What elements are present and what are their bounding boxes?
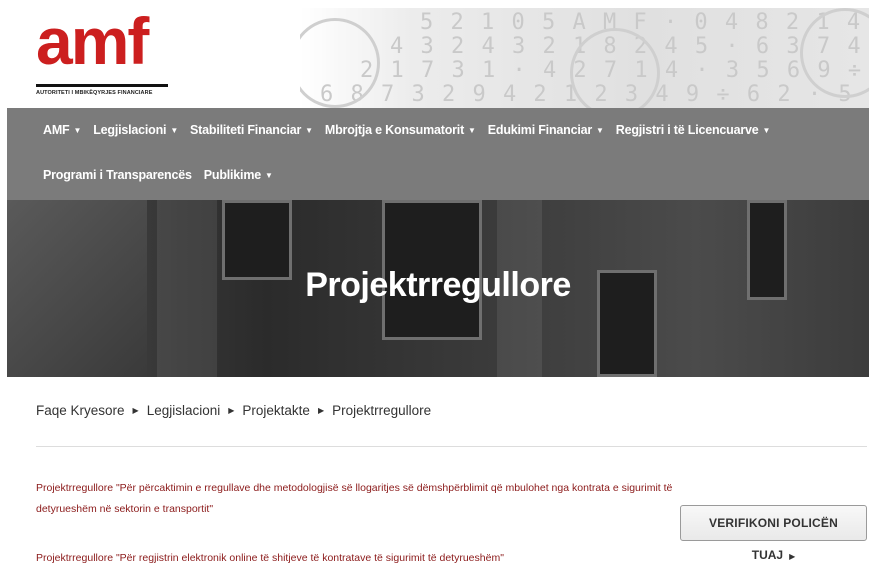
chevron-right-icon: ▶ xyxy=(228,406,235,415)
site-header: 5 2 1 0 5 A M F · 0 4 8 2 1 4 9 ÷ 5 3 9 … xyxy=(0,0,869,108)
nav-item-publikime[interactable]: Publikime ▼ xyxy=(204,168,273,182)
nav-item-legjislacioni[interactable]: Legjislacioni ▼ xyxy=(93,123,178,137)
caret-down-icon: ▼ xyxy=(596,125,604,135)
nav-row-secondary: Programi i Transparencës Publikime ▼ xyxy=(43,168,273,182)
nav-item-label: Stabiliteti Financiar xyxy=(190,123,302,137)
chevron-right-icon: ▶ xyxy=(789,552,796,561)
caret-down-icon: ▼ xyxy=(762,125,771,135)
chevron-right-icon: ▶ xyxy=(132,406,139,415)
nav-item-programi-i-transparences[interactable]: Programi i Transparencës xyxy=(43,168,192,182)
breadcrumb-legjislacioni[interactable]: Legjislacioni xyxy=(147,403,221,418)
nav-item-amf[interactable]: AMF ▼ xyxy=(43,123,81,137)
verify-policy-button[interactable]: VERIFIKONI POLICËN xyxy=(680,505,867,541)
caret-down-icon: ▼ xyxy=(73,125,82,135)
amf-logo[interactable]: amf AUTORITETI I MBIKËQYRJES FINANCIARE xyxy=(36,8,171,98)
breadcrumb-home[interactable]: Faqe Kryesore xyxy=(36,403,125,418)
nav-item-label: AMF xyxy=(43,123,70,137)
page-title: Projektrregullore xyxy=(305,266,571,304)
page-hero-banner: Projektrregullore xyxy=(7,200,869,377)
nav-item-label: Legjislacioni xyxy=(93,123,167,137)
nav-row-primary: AMF ▼ Legjislacioni ▼ Stabiliteti Financia… xyxy=(43,123,770,137)
nav-item-regjistri[interactable]: Regjistri i të Licencuarve ▼ xyxy=(616,123,771,137)
logo-divider xyxy=(36,84,168,87)
document-link[interactable]: Projektrregullore "Për përcaktimin e rre… xyxy=(36,478,676,520)
verify-more-link[interactable]: TUAJ ▶ xyxy=(680,548,867,562)
nav-item-label: Regjistri i të Licencuarve xyxy=(615,123,759,137)
nav-item-label: Publikime xyxy=(203,168,261,182)
nav-item-stabiliteti-financiar[interactable]: Stabiliteti Financiar ▼ xyxy=(190,123,313,137)
caret-down-icon: ▼ xyxy=(305,125,313,135)
content-divider xyxy=(36,446,867,447)
nav-item-edukimi-financiar[interactable]: Edukimi Financiar ▼ xyxy=(488,123,604,137)
main-navigation: AMF ▼ Legjislacioni ▼ Stabiliteti Financia… xyxy=(7,108,869,200)
logo-wordmark: amf xyxy=(36,4,149,78)
breadcrumb: Faqe Kryesore ▶ Legjislacioni ▶ Projekta… xyxy=(36,403,431,418)
nav-item-label: Mbrojtja e Konsumatorit xyxy=(324,123,465,137)
nav-item-label: Edukimi Financiar xyxy=(487,123,593,137)
document-link[interactable]: Projektrregullore "Për regjistrin elektr… xyxy=(36,548,676,565)
header-banner-image: 5 2 1 0 5 A M F · 0 4 8 2 1 4 9 ÷ 5 3 9 … xyxy=(300,8,869,108)
breadcrumb-projektakte[interactable]: Projektakte xyxy=(242,403,310,418)
caret-down-icon: ▼ xyxy=(468,125,476,135)
nav-item-mbrojtja-e-konsumatorit[interactable]: Mbrojtja e Konsumatorit ▼ xyxy=(325,123,476,137)
logo-subtitle: AUTORITETI I MBIKËQYRJES FINANCIARE xyxy=(36,90,153,96)
verify-more-label: TUAJ xyxy=(751,548,784,562)
chevron-right-icon: ▶ xyxy=(317,406,325,415)
nav-item-label: Programi i Transparencës xyxy=(43,168,192,182)
caret-down-icon: ▼ xyxy=(170,125,179,135)
caret-down-icon: ▼ xyxy=(265,170,273,180)
breadcrumb-current: Projektrregullore xyxy=(332,403,432,418)
